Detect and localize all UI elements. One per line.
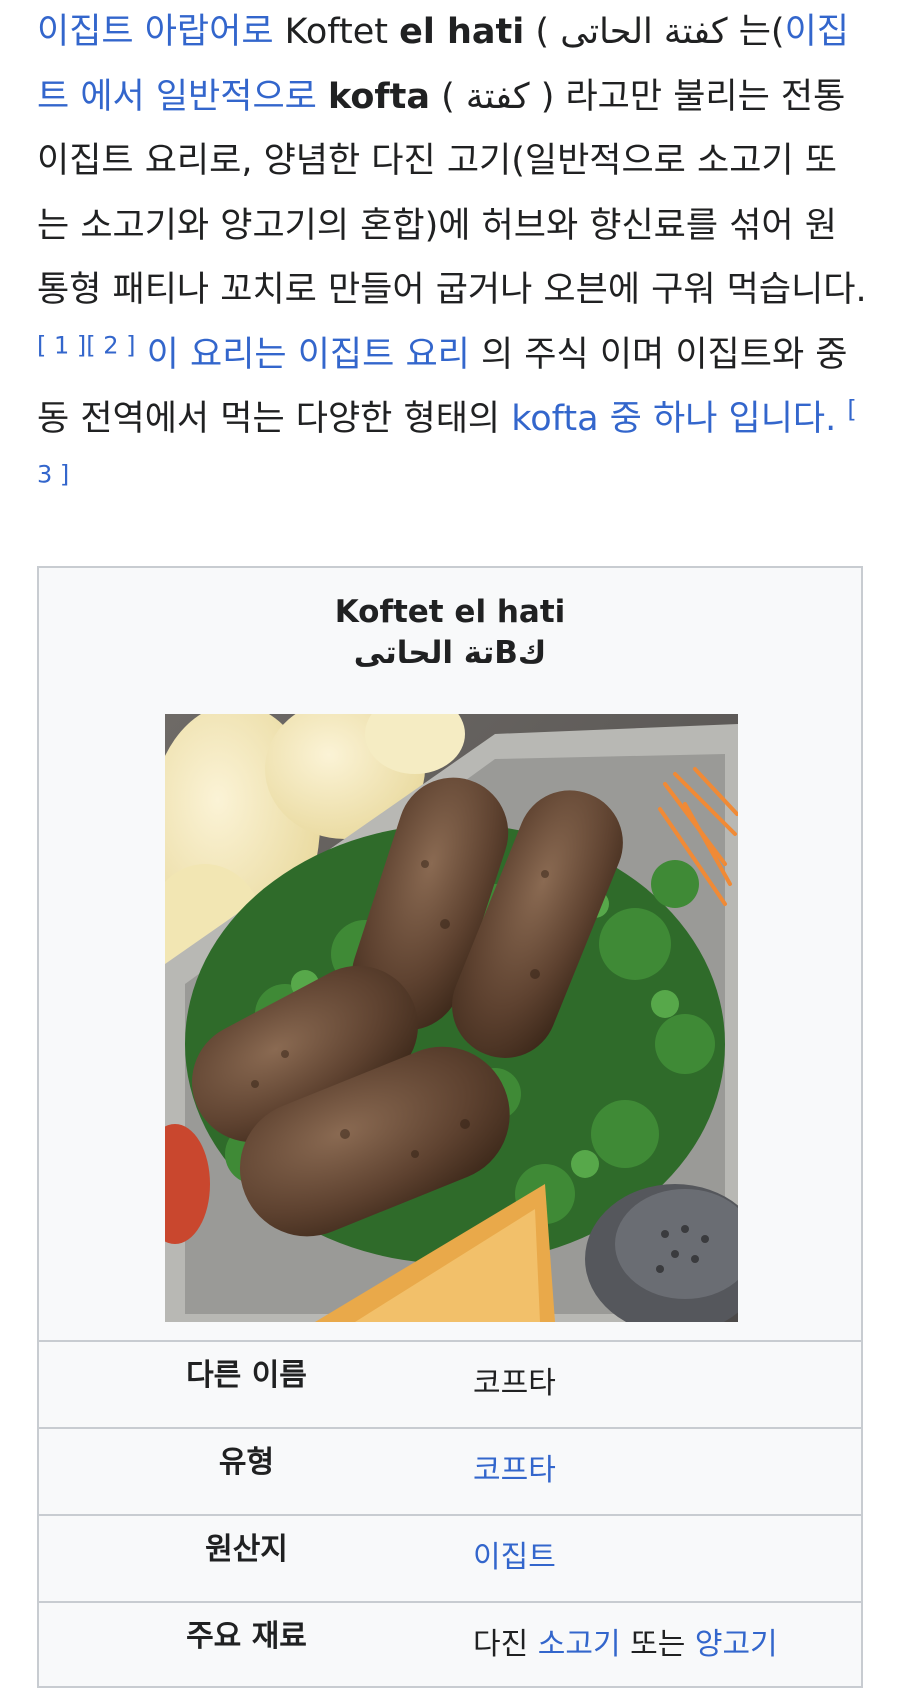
article-body: 이집트 아랍어로 Koftet el hati ( كفتة الحاتى 는(…: [37, 0, 867, 516]
link-kofta-variety[interactable]: kofta 중 하나 입니다.: [511, 399, 836, 439]
link-egyptian-arabic[interactable]: 이집트 아랍어로: [37, 12, 274, 52]
lamb-link[interactable]: 양고기: [695, 1627, 778, 1662]
row-value: 코프타: [473, 1366, 556, 1401]
reference-1[interactable]: [ 1 ]: [37, 331, 86, 359]
infobox: Koftet el hati كBتة الحاتى 다른 이름 코프타 유형 …: [37, 566, 863, 1688]
ingredients-prefix: 다진: [473, 1627, 538, 1662]
infobox-title: Koftet el hati: [334, 594, 566, 630]
origin-link[interactable]: 이집트: [473, 1538, 556, 1578]
topic-marker: 는(: [727, 12, 785, 52]
beef-link[interactable]: 소고기: [538, 1627, 621, 1662]
article-paragraph: 이집트 아랍어로 Koftet el hati ( كفتة الحاتى 는(…: [37, 0, 867, 516]
infobox-subtitle-arabic: كBتة الحاتى: [353, 635, 547, 671]
arabic-kofta: ( كفتة ): [429, 76, 566, 117]
row-label: 다른 이름: [186, 1358, 307, 1393]
dish-photo[interactable]: [165, 714, 738, 1322]
infobox-row-type: 유형 코프타: [39, 1427, 861, 1514]
dish-name-text: Koftet: [273, 12, 400, 52]
dish-name-bold: el hati: [399, 12, 525, 52]
arabic-name: كفتة الحاتى: [560, 12, 728, 52]
reference-2[interactable]: [ 2 ]: [86, 331, 135, 359]
infobox-rows: 다른 이름 코프타 유형 코프타 원산지 이집트 주요 재료 다진 소고기 또는…: [39, 1340, 861, 1688]
infobox-row-other-names: 다른 이름 코프타: [39, 1340, 861, 1427]
infobox-row-origin: 원산지 이집트: [39, 1514, 861, 1601]
row-label: 주요 재료: [186, 1619, 307, 1654]
ingredients-or: 또는: [620, 1627, 695, 1662]
row-label: 원산지: [205, 1532, 288, 1567]
type-link[interactable]: 코프타: [473, 1451, 556, 1491]
row-value: 다진 소고기 또는 양고기: [473, 1625, 778, 1665]
paren-open: (: [524, 12, 561, 52]
kofta-bold: kofta: [328, 76, 430, 117]
dish-photo-image: [165, 714, 738, 1322]
row-label: 유형: [218, 1445, 275, 1480]
link-egyptian-cuisine[interactable]: 이 요리는 이집트 요리: [147, 335, 470, 375]
infobox-row-ingredients: 주요 재료 다진 소고기 또는 양고기: [39, 1601, 861, 1688]
